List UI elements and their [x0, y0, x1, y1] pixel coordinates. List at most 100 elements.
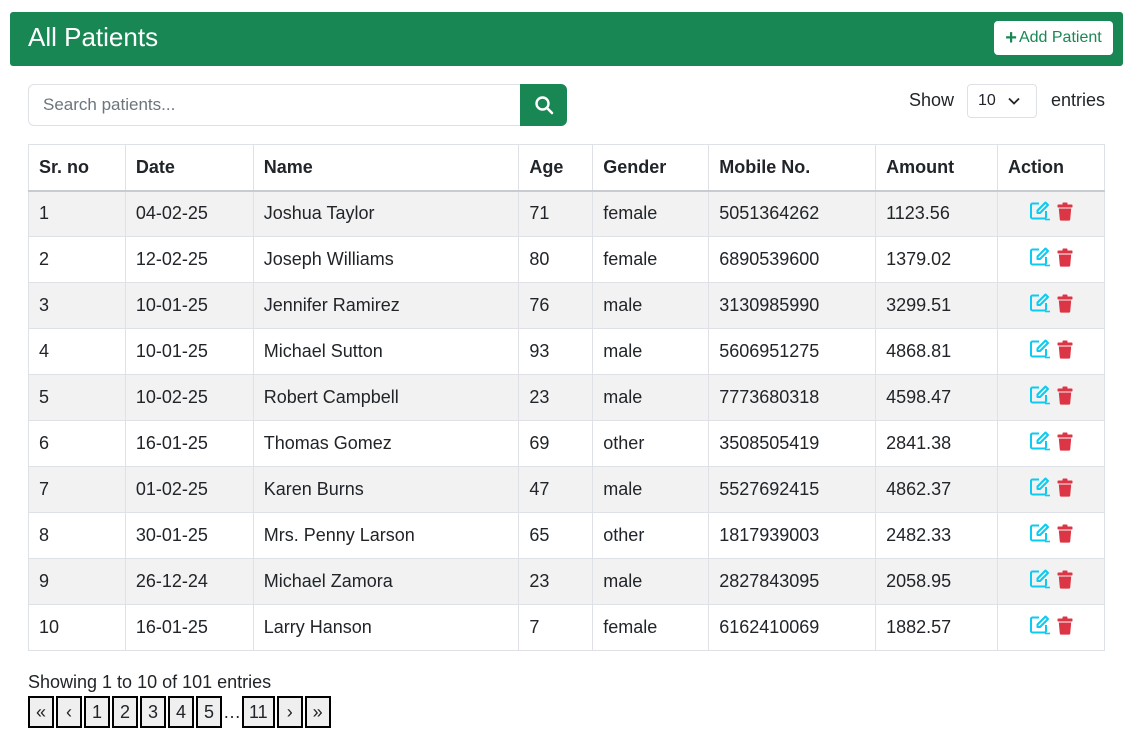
edit-icon[interactable]	[1029, 431, 1051, 456]
edit-icon[interactable]	[1029, 293, 1051, 318]
patients-table: Sr. no Date Name Age Gender Mobile No. Amount A…	[28, 144, 1105, 651]
table-cell: 16-01-25	[124, 604, 254, 651]
table-cell: 2482.33	[875, 512, 999, 559]
action-cell	[997, 328, 1105, 375]
action-cell	[997, 190, 1105, 237]
column-header: Gender	[592, 144, 710, 192]
trash-icon[interactable]	[1057, 294, 1073, 318]
table-cell: 6890539600	[708, 236, 877, 283]
table-row: 7 01-02-25 Karen Burns 47 male 5527692415 4862…	[28, 466, 1105, 513]
table-row: 9 26-12-24 Michael Zamora 23 male 2827843095 2…	[28, 558, 1105, 605]
table-cell: 23	[518, 558, 594, 605]
trash-icon[interactable]	[1057, 616, 1073, 640]
table-cell: male	[592, 282, 710, 329]
column-header: Name	[252, 144, 520, 192]
column-header: Date	[124, 144, 254, 192]
page-title: All Patients	[28, 22, 159, 52]
trash-icon[interactable]	[1057, 432, 1073, 456]
page-button-2[interactable]: 2	[112, 696, 138, 728]
table-row: 8 30-01-25 Mrs. Penny Larson 65 other 1817939…	[28, 512, 1105, 559]
plus-icon: +	[1005, 27, 1017, 49]
column-header: Mobile No.	[708, 144, 877, 192]
trash-icon[interactable]	[1057, 524, 1073, 548]
table-cell: 10	[28, 604, 126, 651]
table-row: 3 10-01-25 Jennifer Ramirez 76 male 313098599…	[28, 282, 1105, 329]
action-cell	[997, 558, 1105, 605]
table-cell: Thomas Gomez	[252, 420, 520, 467]
table-row: 1 04-02-25 Joshua Taylor 71 female 5051364262…	[28, 190, 1105, 237]
next-page-button[interactable]: ›	[276, 696, 303, 728]
table-cell: 1379.02	[875, 236, 999, 283]
table-cell: male	[592, 328, 710, 375]
table-cell: Robert Campbell	[252, 374, 520, 421]
edit-icon[interactable]	[1029, 247, 1051, 272]
table-cell: 2058.95	[875, 558, 999, 605]
page-button-4[interactable]: 4	[168, 696, 194, 728]
table-row: 5 10-02-25 Robert Campbell 23 male 7773680318…	[28, 374, 1105, 421]
table-cell: 5606951275	[708, 328, 877, 375]
table-cell: 6	[28, 420, 126, 467]
table-cell: 1	[28, 190, 126, 237]
chevron-down-icon	[1008, 97, 1020, 105]
table-cell: 30-01-25	[124, 512, 254, 559]
table-cell: 2827843095	[708, 558, 877, 605]
first-page-button[interactable]: «	[28, 696, 54, 728]
last-page-button[interactable]: »	[304, 696, 331, 728]
table-cell: Karen Burns	[252, 466, 520, 513]
table-cell: 10-01-25	[124, 328, 254, 375]
table-cell: 80	[518, 236, 594, 283]
column-header: Sr. no	[28, 144, 126, 192]
table-cell: 3	[28, 282, 126, 329]
trash-icon[interactable]	[1057, 570, 1073, 594]
trash-icon[interactable]	[1057, 202, 1073, 226]
search-input[interactable]	[28, 84, 520, 126]
table-cell: Jennifer Ramirez	[252, 282, 520, 329]
table-row: 6 16-01-25 Thomas Gomez 69 other 3508505419 28…	[28, 420, 1105, 467]
table-cell: 2841.38	[875, 420, 999, 467]
page-button-5[interactable]: 5	[196, 696, 222, 728]
table-cell: 4	[28, 328, 126, 375]
table-cell: 4598.47	[875, 374, 999, 421]
edit-icon[interactable]	[1029, 569, 1051, 594]
edit-icon[interactable]	[1029, 477, 1051, 502]
edit-icon[interactable]	[1029, 201, 1051, 226]
page-button-3[interactable]: 3	[140, 696, 166, 728]
pagination: « ‹ 1 2 3 4 5 … 11 › »	[28, 696, 333, 728]
table-cell: 8	[28, 512, 126, 559]
table-cell: 65	[518, 512, 594, 559]
trash-icon[interactable]	[1057, 478, 1073, 502]
edit-icon[interactable]	[1029, 385, 1051, 410]
page-button-11[interactable]: 11	[242, 696, 275, 728]
trash-icon[interactable]	[1057, 386, 1073, 410]
search-button[interactable]	[520, 84, 567, 126]
table-cell: 5527692415	[708, 466, 877, 513]
table-cell: male	[592, 374, 710, 421]
show-label: Show	[909, 90, 955, 110]
prev-page-button[interactable]: ‹	[56, 696, 82, 728]
table-header-row: Sr. no Date Name Age Gender Mobile No. Amount A…	[28, 144, 1105, 192]
table-cell: 10-01-25	[124, 282, 254, 329]
page-button-1[interactable]: 1	[84, 696, 110, 728]
table-cell: Joshua Taylor	[252, 190, 520, 237]
entries-select[interactable]: 10	[967, 84, 1037, 118]
column-header: Age	[518, 144, 594, 192]
table-cell: 7	[518, 604, 594, 651]
page-header: All Patients + Add Patient	[10, 12, 1123, 66]
table-cell: 6162410069	[708, 604, 877, 651]
action-cell	[997, 236, 1105, 283]
edit-icon[interactable]	[1029, 339, 1051, 364]
table-cell: 12-02-25	[124, 236, 254, 283]
trash-icon[interactable]	[1057, 340, 1073, 364]
table-cell: 7	[28, 466, 126, 513]
edit-icon[interactable]	[1029, 523, 1051, 548]
table-cell: other	[592, 512, 710, 559]
search-bar	[28, 84, 567, 126]
showing-info: Showing 1 to 10 of 101 entries	[28, 672, 272, 692]
trash-icon[interactable]	[1057, 248, 1073, 272]
edit-icon[interactable]	[1029, 615, 1051, 640]
add-patient-button[interactable]: + Add Patient	[994, 21, 1113, 55]
pagination-ellipsis: …	[223, 701, 241, 722]
table-cell: 69	[518, 420, 594, 467]
action-cell	[997, 604, 1105, 651]
table-cell: 3508505419	[708, 420, 877, 467]
